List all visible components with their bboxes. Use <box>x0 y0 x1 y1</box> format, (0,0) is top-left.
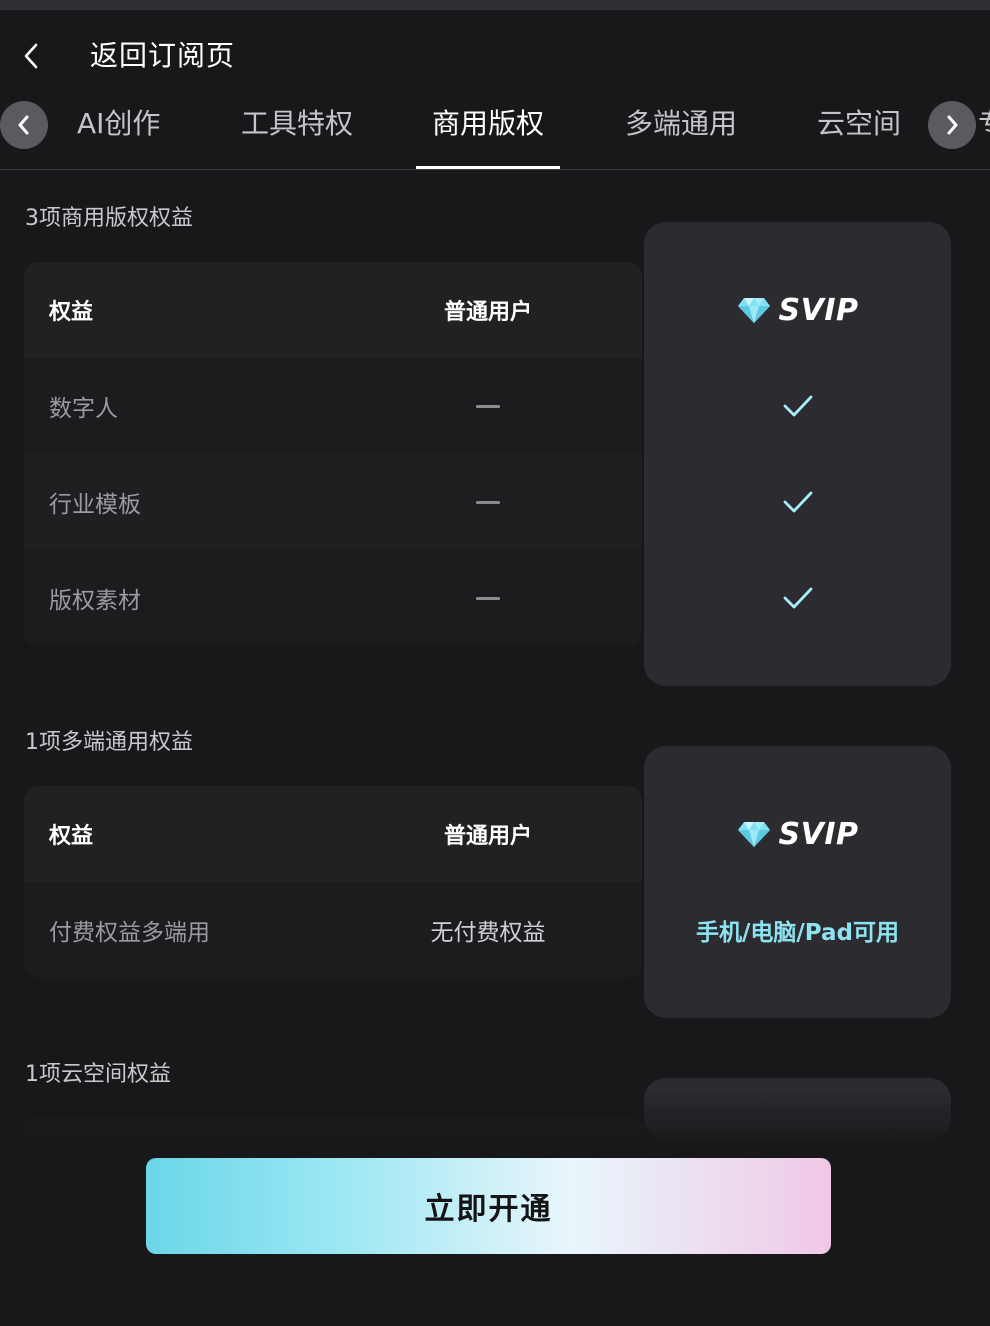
tab-peek[interactable]: 专 <box>978 104 990 144</box>
table-row: 版权素材 <box>24 550 642 646</box>
benefits-page: 返回订阅页 AI创作 工具特权 商用版权 多端通用 云空间 专 3项商用版权权益… <box>0 0 990 1326</box>
svip-value: 手机/电脑/Pad可用 <box>644 882 951 978</box>
tab-commercial-copyright[interactable]: 商用版权 <box>432 104 544 144</box>
normal-user-value <box>412 550 564 646</box>
section-title-cloud-space: 1项云空间权益 <box>25 1062 171 1087</box>
back-button[interactable] <box>14 38 50 74</box>
dash-icon <box>476 404 500 408</box>
dash-icon <box>476 596 500 600</box>
section-title-commercial: 3项商用版权权益 <box>25 206 193 231</box>
benefit-name: 版权素材 <box>49 588 141 614</box>
benefit-name: 付费权益多端用 <box>49 920 210 946</box>
tab-cloud-space[interactable]: 云空间 <box>817 104 901 144</box>
svip-header: SVIP <box>644 262 951 358</box>
check-icon <box>783 491 812 513</box>
subscribe-now-button[interactable]: 立即开通 <box>146 1158 831 1254</box>
diamond-icon <box>737 298 770 323</box>
table-row: 行业模板 <box>24 454 642 550</box>
benefit-column-header: 权益 <box>49 824 94 849</box>
header: 返回订阅页 <box>0 30 990 82</box>
tab-multi-device[interactable]: 多端通用 <box>625 104 737 144</box>
chevron-right-icon <box>947 115 958 135</box>
commercial-comparison-table: 权益 普通用户 数字人 行业模板 版权素材 <box>24 262 642 646</box>
diamond-icon <box>737 822 770 847</box>
normal-user-column-header: 普通用户 <box>443 300 532 325</box>
header-title[interactable]: 返回订阅页 <box>90 38 235 74</box>
normal-user-value <box>412 454 564 550</box>
subscribe-now-label: 立即开通 <box>424 1192 553 1227</box>
svip-value-text: 手机/电脑/Pad可用 <box>695 920 900 946</box>
table-header-row: 权益 普通用户 <box>24 262 642 358</box>
svip-label: SVIP <box>778 292 859 328</box>
tab-scroll-right-button[interactable] <box>928 101 976 149</box>
active-tab-indicator <box>416 166 560 169</box>
svip-card-commercial: SVIP <box>644 222 951 686</box>
multi-device-comparison-table: 权益 普通用户 付费权益多端用 无付费权益 <box>24 786 642 978</box>
normal-user-value <box>412 358 564 454</box>
table-row: 数字人 <box>24 358 642 454</box>
cloud-space-comparison-table <box>24 1118 642 1140</box>
chevron-left-icon <box>24 43 38 69</box>
benefit-column-header: 权益 <box>49 300 94 325</box>
normal-user-column-header: 普通用户 <box>443 824 532 849</box>
svip-header: SVIP <box>644 786 951 882</box>
svip-value <box>644 358 951 454</box>
chevron-left-icon <box>18 115 29 135</box>
tab-tool-privileges[interactable]: 工具特权 <box>241 104 353 144</box>
check-icon <box>783 395 812 417</box>
benefit-name: 数字人 <box>49 396 118 422</box>
check-icon <box>783 587 812 609</box>
tab-scroll-left-button[interactable] <box>0 101 48 149</box>
benefit-name: 行业模板 <box>49 492 141 518</box>
svip-label: SVIP <box>778 816 859 852</box>
svip-card-multi-device: SVIP 手机/电脑/Pad可用 <box>644 746 951 1018</box>
table-row: 付费权益多端用 无付费权益 <box>24 882 642 978</box>
svip-value <box>644 454 951 550</box>
svip-card-cloud-space <box>644 1078 951 1140</box>
normal-user-value: 无付费权益 <box>430 920 546 946</box>
svip-value <box>644 550 951 646</box>
window-top-strip <box>0 0 990 10</box>
tab-ai-creation[interactable]: AI创作 <box>77 104 160 144</box>
dash-icon <box>476 500 500 504</box>
tab-bar: AI创作 工具特权 商用版权 多端通用 云空间 专 <box>0 98 990 170</box>
section-title-multi-device: 1项多端通用权益 <box>25 730 193 755</box>
table-header-row: 权益 普通用户 <box>24 786 642 882</box>
